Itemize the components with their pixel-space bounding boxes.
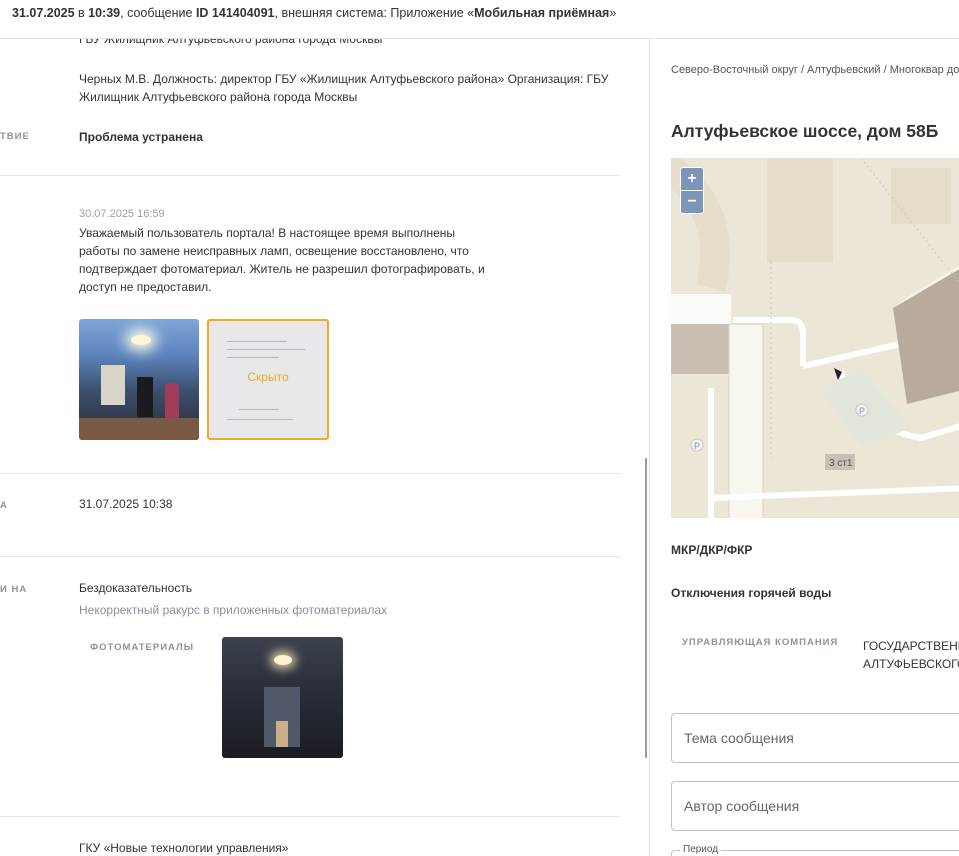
door — [137, 377, 153, 417]
management-company-value: ГОСУДАРСТВЕНН АЛТУФЬЕВСКОГО — [863, 637, 959, 673]
map-building — [728, 323, 764, 518]
address-title: Алтуфьевское шоссе, дом 58Б — [671, 121, 939, 141]
header-time: 10:39 — [88, 6, 121, 20]
divider — [0, 473, 620, 474]
map-building — [671, 294, 731, 324]
date-label: А — [0, 500, 8, 511]
electrical-box — [101, 365, 125, 405]
management-company-value-line: АЛТУФЬЕВСКОГО — [863, 657, 959, 671]
reason-label: И НА — [0, 584, 28, 595]
header-in-word: в — [74, 6, 89, 20]
doc-line — [239, 409, 279, 410]
floor — [79, 418, 199, 440]
message-history-pane: ГБУ Жилищник Алтуфьевского района города… — [0, 39, 648, 856]
bottom-organization: ГКУ «Новые технологии управления» — [79, 841, 289, 855]
status-value: Проблема устранена — [79, 130, 203, 144]
answer-photo-corridor[interactable] — [79, 319, 199, 440]
period-legend: Период — [680, 844, 722, 855]
management-company-value-line: ГОСУДАРСТВЕНН — [863, 639, 959, 653]
reason-detail: Некорректный ракурс в приложенных фотома… — [79, 603, 388, 617]
period-field[interactable]: Период — [671, 844, 959, 856]
divider — [0, 556, 620, 557]
map-zoom-control: + − — [680, 167, 704, 214]
reason-photo-corridor[interactable] — [222, 637, 343, 758]
map[interactable]: 3 ст1 P P + − — [671, 158, 959, 518]
map-canvas: 3 ст1 P P — [671, 158, 959, 518]
map-block — [891, 168, 951, 224]
object-info-pane: Северо-Восточный округ / Алтуфьевский / … — [649, 39, 959, 856]
zoom-in-button[interactable]: + — [681, 168, 703, 190]
header-date: 31.07.2025 — [12, 6, 75, 20]
scrollbar[interactable] — [645, 458, 647, 758]
answer-date: 30.07.2025 16:59 — [79, 208, 165, 220]
section-hot-water[interactable]: Отключения горячей воды — [671, 586, 831, 600]
ceiling-lamp — [274, 655, 292, 665]
divider — [0, 816, 620, 817]
header-system-name: Мобильная приёмная — [474, 6, 610, 20]
author-input[interactable] — [682, 782, 959, 830]
management-company-label: УПРАВЛЯЮЩАЯ КОМПАНИЯ — [682, 637, 839, 648]
parking-symbol: P — [694, 441, 700, 451]
map-building — [671, 324, 731, 374]
header-system-prefix: , внешняя система: Приложение « — [274, 6, 475, 20]
doc-line — [227, 341, 287, 342]
section-capital-repair[interactable]: МКР/ДКР/ФКР — [671, 543, 752, 557]
header-message-id: ID 141404091 — [195, 6, 275, 20]
reason-title: Бездоказательность — [79, 581, 193, 595]
ceiling-lamp — [131, 335, 151, 345]
photos-label: ФОТОМАТЕРИАЛЫ — [90, 642, 195, 653]
parking-symbol: P — [859, 406, 865, 416]
zoom-out-button[interactable]: − — [681, 190, 703, 213]
author-field[interactable] — [671, 781, 959, 831]
hidden-label: Скрыто — [247, 370, 289, 384]
status-label: ТВИЕ — [0, 131, 30, 142]
map-block — [767, 158, 833, 262]
topic-input[interactable] — [682, 714, 959, 762]
message-header: 31.07.2025 в 10:39, сообщение ID 1414040… — [0, 0, 959, 39]
answer-text: Уважаемый пользователь портала! В настоя… — [79, 226, 485, 294]
header-system-suffix: » — [609, 6, 617, 20]
corridor-end — [276, 721, 288, 747]
divider — [0, 175, 620, 176]
topic-field[interactable] — [671, 713, 959, 763]
date-value: 31.07.2025 10:38 — [79, 497, 173, 511]
breadcrumb: Северо-Восточный округ / Алтуфьевский / … — [671, 64, 959, 76]
org-line-top: ГБУ Жилищник Алтуфьевского района города… — [79, 39, 383, 46]
doc-line — [227, 349, 305, 350]
building-label: 3 ст1 — [829, 458, 853, 469]
answer-photo-hidden[interactable]: Скрыто — [207, 319, 329, 440]
header-message-prefix: , сообщение — [120, 6, 196, 20]
doc-line — [227, 357, 279, 358]
doc-line — [227, 419, 293, 420]
responsible-person: Черных М.В. Должность: директор ГБУ «Жил… — [79, 72, 609, 104]
message-header-line: 31.07.2025 в 10:39, сообщение ID 1414040… — [12, 6, 616, 20]
